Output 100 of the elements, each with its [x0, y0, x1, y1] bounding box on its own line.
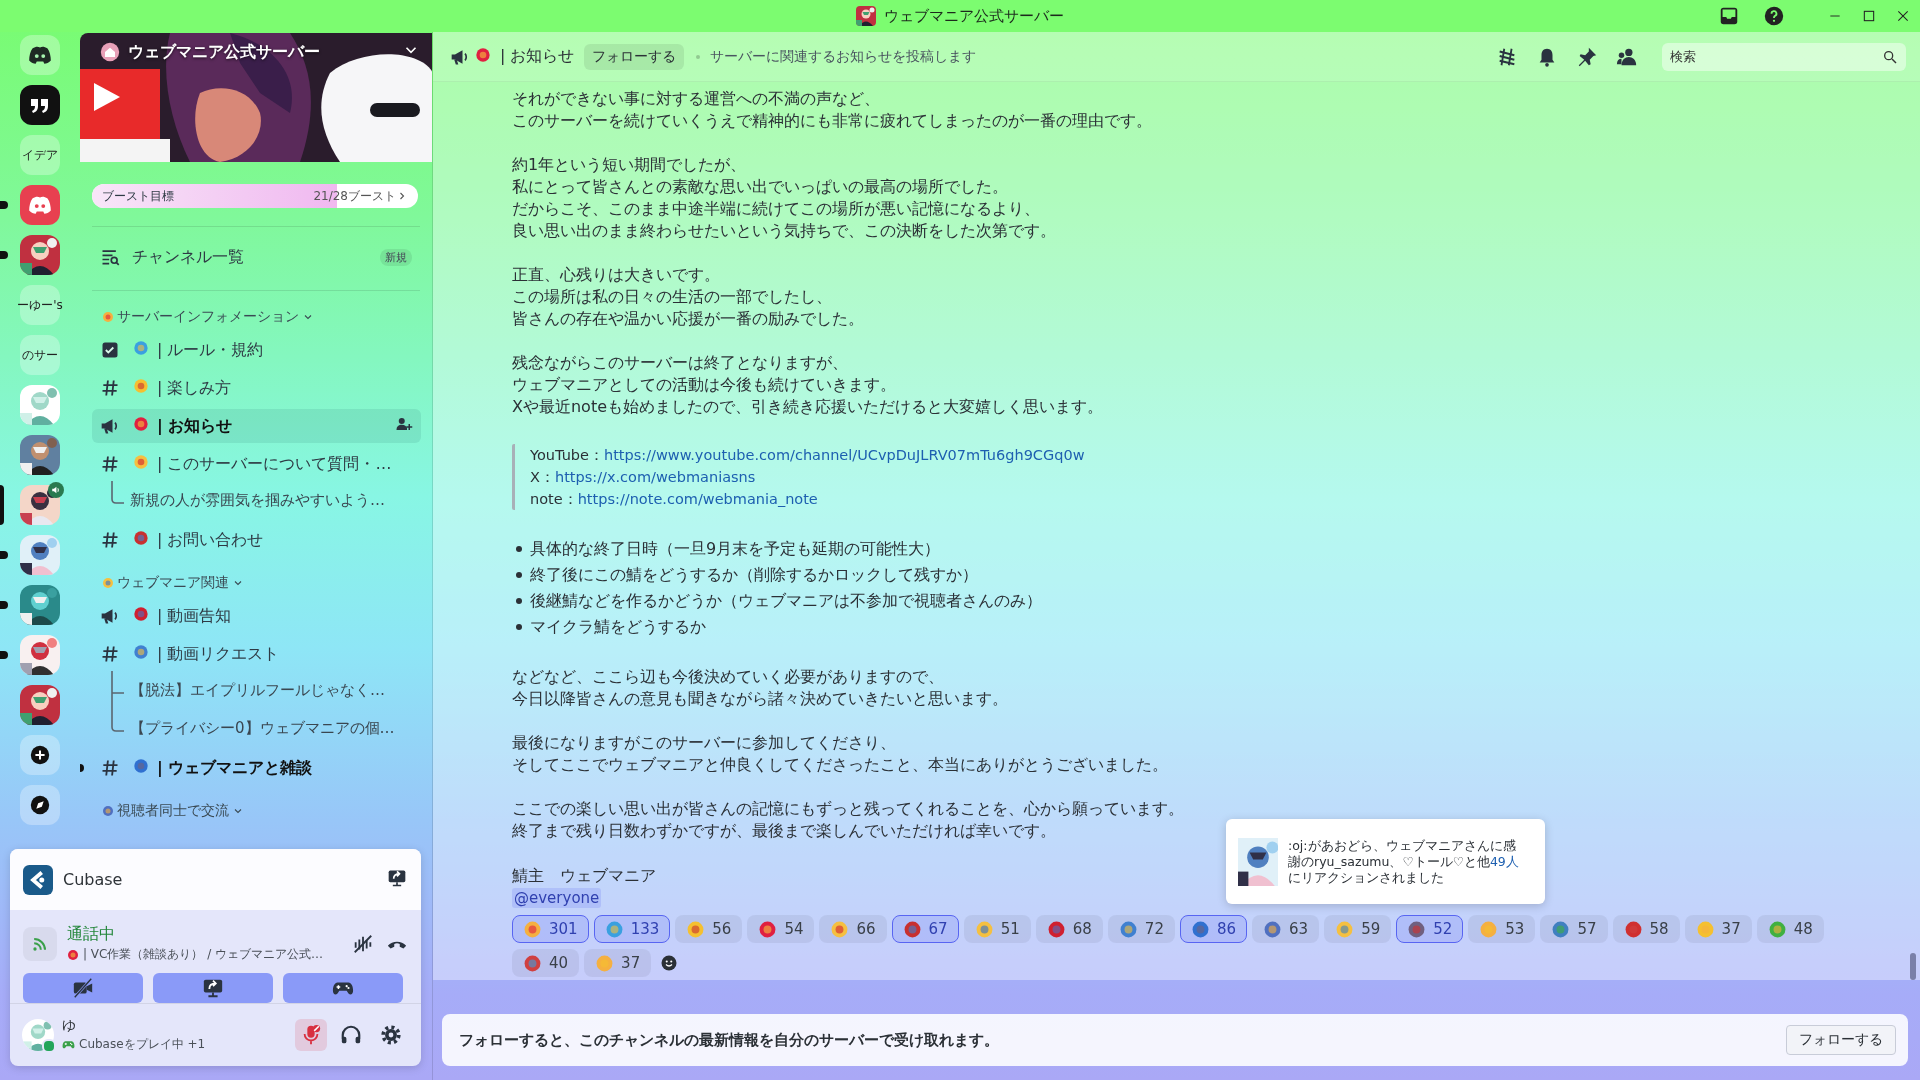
category-name[interactable]: サーバーインフォメーション: [117, 308, 299, 326]
emoji-icon: [133, 606, 149, 622]
reaction-button[interactable]: 57: [1540, 915, 1608, 943]
emoji-icon: [67, 948, 79, 961]
category-name[interactable]: ウェブマニア関連: [117, 574, 229, 592]
reaction-button[interactable]: 301: [512, 915, 589, 943]
emoji-icon: [758, 919, 778, 939]
emoji-icon: [475, 46, 491, 63]
emoji-icon: [102, 311, 114, 323]
share-screen-button[interactable]: [153, 973, 273, 1003]
hash-icon: [100, 530, 120, 550]
reaction-button[interactable]: 133: [593, 915, 671, 943]
thread-item[interactable]: 【プライバシー0】ウェブマニアの個…: [110, 709, 421, 747]
user-activity: Cubaseをプレイ中 +1: [79, 1036, 206, 1053]
hash-icon: [100, 378, 120, 398]
reaction-button[interactable]: 86: [1179, 915, 1248, 943]
reaction-button[interactable]: 40: [512, 949, 580, 977]
thread-item[interactable]: 【脱法】エイプリルフールじゃなく…: [110, 671, 421, 709]
message-paragraph: ここでの楽しい思い出が皆さんの記憶にもずっと残ってくれることを、心から願っています。 終了まで残り日数わずかですが、最後まで楽しんでいただければ幸いです。: [512, 798, 1185, 842]
reaction-button[interactable]: 56: [675, 915, 743, 943]
help-icon[interactable]: [1763, 5, 1785, 27]
screen-share-icon: [202, 977, 224, 999]
reaction-button[interactable]: 54: [747, 915, 815, 943]
mention[interactable]: @everyone: [512, 888, 602, 908]
microphone-button[interactable]: [295, 1019, 327, 1051]
compass-icon[interactable]: [29, 794, 51, 816]
emoji-icon: [1190, 919, 1210, 939]
reaction-button[interactable]: 67: [891, 915, 959, 943]
inbox-icon[interactable]: [1718, 5, 1740, 27]
noise-suppression-icon[interactable]: [352, 932, 374, 955]
headphones-icon: [340, 1024, 362, 1046]
channel-item[interactable]: | 動画告知: [92, 599, 421, 633]
reaction-button[interactable]: 48: [1756, 915, 1824, 943]
pin-icon[interactable]: [1576, 45, 1598, 68]
boost-count: 21/28ブースト: [313, 187, 396, 205]
reaction-button[interactable]: 37: [1684, 915, 1752, 943]
maximize-icon[interactable]: [1862, 9, 1876, 23]
channel-item[interactable]: | ウェブマニアと雑談: [92, 751, 421, 785]
reaction-button[interactable]: 58: [1612, 915, 1680, 943]
quote-label: note：: [530, 490, 578, 509]
follow-button[interactable]: フォローする: [584, 43, 685, 70]
checkbox-icon: [100, 340, 120, 360]
link[interactable]: https://www.youtube.com/channel/UCvpDuJLRV07mTu6gh9CGq0w: [603, 444, 1085, 466]
emoji-icon: [1695, 919, 1715, 939]
category-name[interactable]: 視聴者同士で交流: [117, 802, 229, 820]
camera-button[interactable]: [23, 973, 143, 1003]
emoji-icon: [1118, 919, 1138, 939]
channel-name: | お知らせ: [500, 46, 575, 67]
reaction-button[interactable]: 68: [1035, 915, 1103, 943]
reaction-button[interactable]: 53: [1468, 915, 1536, 943]
server-button[interactable]: イデア: [20, 135, 60, 175]
link[interactable]: https://note.com/webmania_note: [577, 488, 818, 510]
tooltip-text: :oj:があおどら、ウェブマニアさんに感謝のryu_sazumu、♡トール♡と他49人 にリアクションされました: [1288, 837, 1520, 886]
channel-browser-link[interactable]: チャンネル一覧: [132, 246, 244, 268]
server-name[interactable]: ウェブマニア公式サーバー: [128, 41, 320, 63]
channel-item[interactable]: | お問い合わせ: [92, 523, 421, 557]
add-icon[interactable]: [29, 744, 51, 766]
reaction-button[interactable]: 72: [1107, 915, 1175, 943]
voice-channel-name[interactable]: | VC作業（雑談あり） / ウェブマニア公式…: [83, 946, 324, 963]
hash-icon: [100, 454, 120, 474]
channel-item[interactable]: | 動画リクエスト: [92, 637, 421, 671]
thread-item[interactable]: 新規の人が雰囲気を掴みやすいよう…: [110, 481, 421, 519]
channel-item[interactable]: | このサーバーについて質問・…: [92, 447, 421, 481]
thread-connector: [110, 481, 124, 505]
channel-item[interactable]: | お知らせ: [92, 409, 421, 443]
link[interactable]: https://x.com/webmaniasns: [554, 466, 756, 488]
reaction-button[interactable]: 37: [584, 949, 652, 977]
server-button[interactable]: のサー: [20, 335, 60, 375]
connection-status: 通話中: [67, 924, 116, 945]
activity-button[interactable]: [283, 973, 403, 1003]
scrollbar-thumb[interactable]: [1910, 953, 1916, 980]
message-paragraph: 正直、心残りは大きいです。 この場所は私の日々の生活の一部でしたし、 皆さんの存在や温かい応援が一番の励みでした。: [512, 264, 865, 330]
server-button[interactable]: ーゆー's: [20, 285, 60, 325]
emoji-icon: [1046, 919, 1066, 939]
reaction-button[interactable]: 52: [1396, 915, 1464, 943]
message-paragraph: 最後になりますがこのサーバーに参加してくださり、 そしてここでウェブマニアと仲良くしてくださったこと、本当にありがとうございました。: [512, 732, 1169, 776]
megaphone-icon: [100, 416, 120, 436]
bullet-icon: [516, 598, 522, 604]
invite-icon[interactable]: [395, 415, 413, 433]
emoji-icon: [133, 340, 149, 356]
quote-label: YouTube：: [530, 446, 604, 465]
boost-goal-label: ブースト目標: [102, 187, 174, 205]
home-icon: [100, 42, 120, 62]
channel-topic: サーバーに関連するお知らせを投稿します: [710, 47, 977, 66]
boost-bar[interactable]: ブースト目標 21/28ブースト: [92, 184, 418, 208]
reaction-button[interactable]: 66: [819, 915, 887, 943]
channel-item[interactable]: | 楽しみ方: [92, 371, 421, 405]
add-reaction-icon[interactable]: [660, 954, 679, 972]
close-icon[interactable]: [1896, 9, 1910, 23]
channel-list-icon[interactable]: [100, 247, 120, 267]
link[interactable]: 49人: [1489, 853, 1519, 869]
channel-item[interactable]: | ルール・規約: [92, 333, 421, 367]
emoji-icon: [523, 919, 542, 939]
bullet-icon: [516, 546, 522, 552]
follow-button[interactable]: フォローする: [1786, 1025, 1896, 1055]
emoji-icon: [133, 530, 149, 546]
reaction-button[interactable]: 51: [963, 915, 1031, 943]
author-signature: 鯖主 ウェブマニア: [512, 865, 656, 887]
reaction-button[interactable]: 59: [1324, 915, 1392, 943]
reaction-button[interactable]: 63: [1252, 915, 1320, 943]
